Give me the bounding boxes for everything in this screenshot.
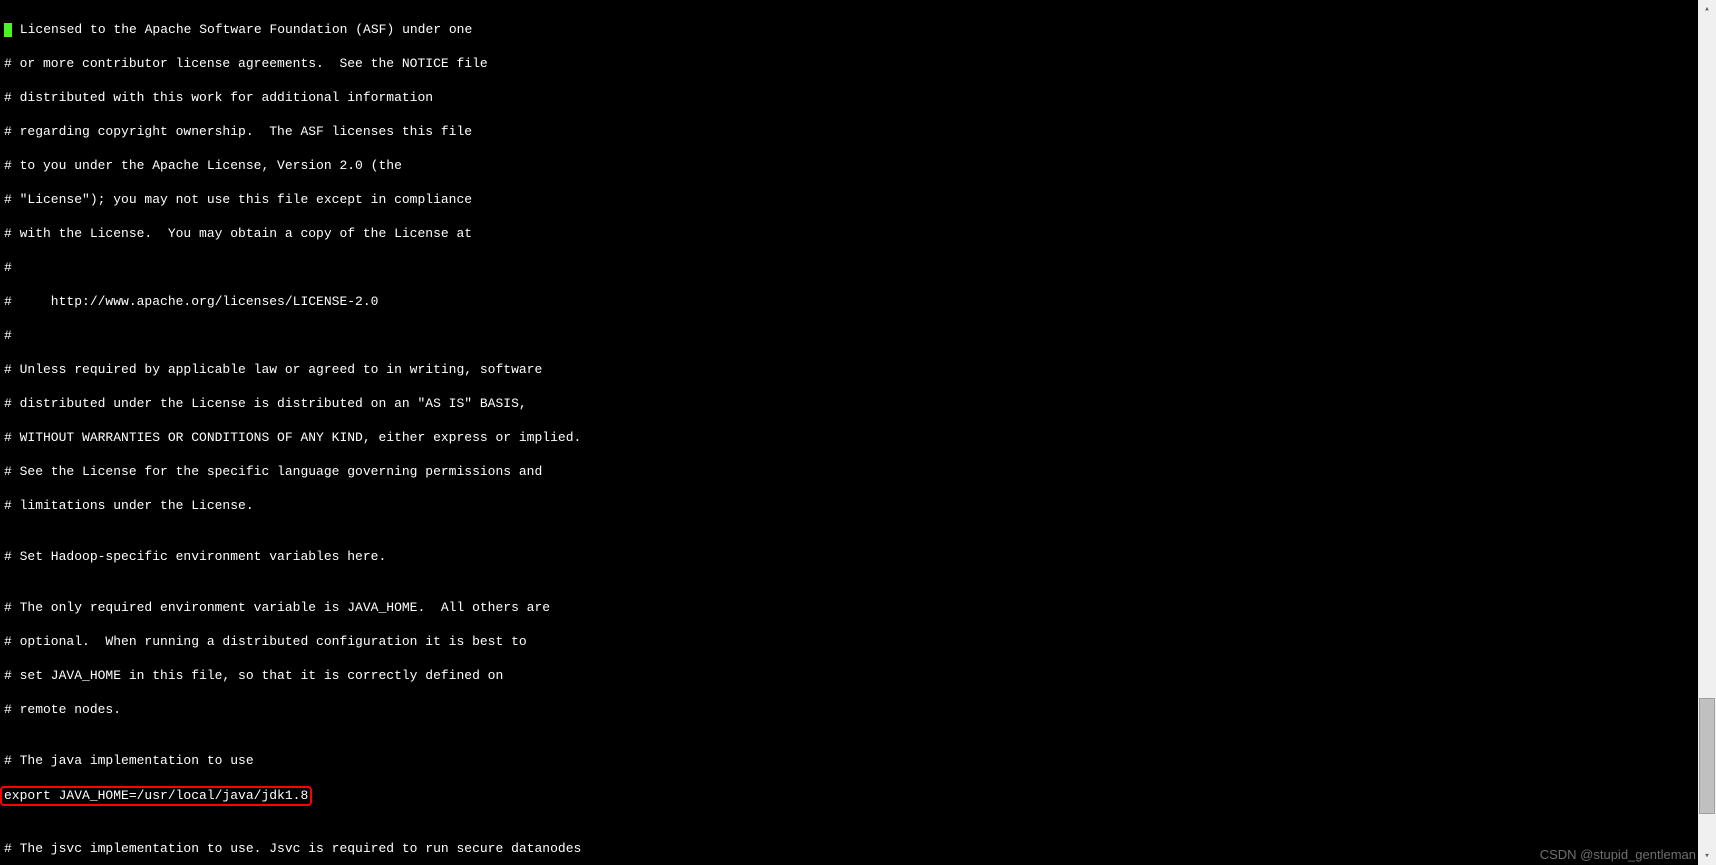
code-line: # distributed with this work for additio… [4, 89, 1698, 106]
terminal-viewport[interactable]: Licensed to the Apache Software Foundati… [0, 0, 1698, 865]
scroll-down-button[interactable]: ▾ [1698, 847, 1716, 865]
code-line: # regarding copyright ownership. The ASF… [4, 123, 1698, 140]
code-line: # Unless required by applicable law or a… [4, 361, 1698, 378]
code-line: # with the License. You may obtain a cop… [4, 225, 1698, 242]
scrollbar-track[interactable] [1698, 18, 1716, 847]
code-line: # "License"); you may not use this file … [4, 191, 1698, 208]
code-line: # The jsvc implementation to use. Jsvc i… [4, 840, 1698, 857]
code-line-highlighted: export JAVA_HOME=/usr/local/java/jdk1.8 [4, 786, 1698, 806]
code-line: # or more contributor license agreements… [4, 55, 1698, 72]
chevron-down-icon: ▾ [1704, 848, 1709, 865]
code-line: # [4, 327, 1698, 344]
code-line: # The java implementation to use [4, 752, 1698, 769]
code-line: # remote nodes. [4, 701, 1698, 718]
code-line: # to you under the Apache License, Versi… [4, 157, 1698, 174]
code-line: # set JAVA_HOME in this file, so that it… [4, 667, 1698, 684]
scrollbar-thumb[interactable] [1699, 698, 1715, 814]
code-line: # optional. When running a distributed c… [4, 633, 1698, 650]
code-line: # distributed under the License is distr… [4, 395, 1698, 412]
code-line: # See the License for the specific langu… [4, 463, 1698, 480]
code-line: # [4, 259, 1698, 276]
code-line: # Set Hadoop-specific environment variab… [4, 548, 1698, 565]
code-line: # WITHOUT WARRANTIES OR CONDITIONS OF AN… [4, 429, 1698, 446]
code-line: Licensed to the Apache Software Foundati… [4, 21, 1698, 38]
cursor-block [4, 23, 12, 37]
vertical-scrollbar[interactable]: ▴ ▾ [1698, 0, 1716, 865]
code-line: # http://www.apache.org/licenses/LICENSE… [4, 293, 1698, 310]
code-line: # limitations under the License. [4, 497, 1698, 514]
chevron-up-icon: ▴ [1704, 1, 1709, 18]
highlight-java-home: export JAVA_HOME=/usr/local/java/jdk1.8 [0, 786, 312, 806]
code-line: # The only required environment variable… [4, 599, 1698, 616]
scroll-up-button[interactable]: ▴ [1698, 0, 1716, 18]
